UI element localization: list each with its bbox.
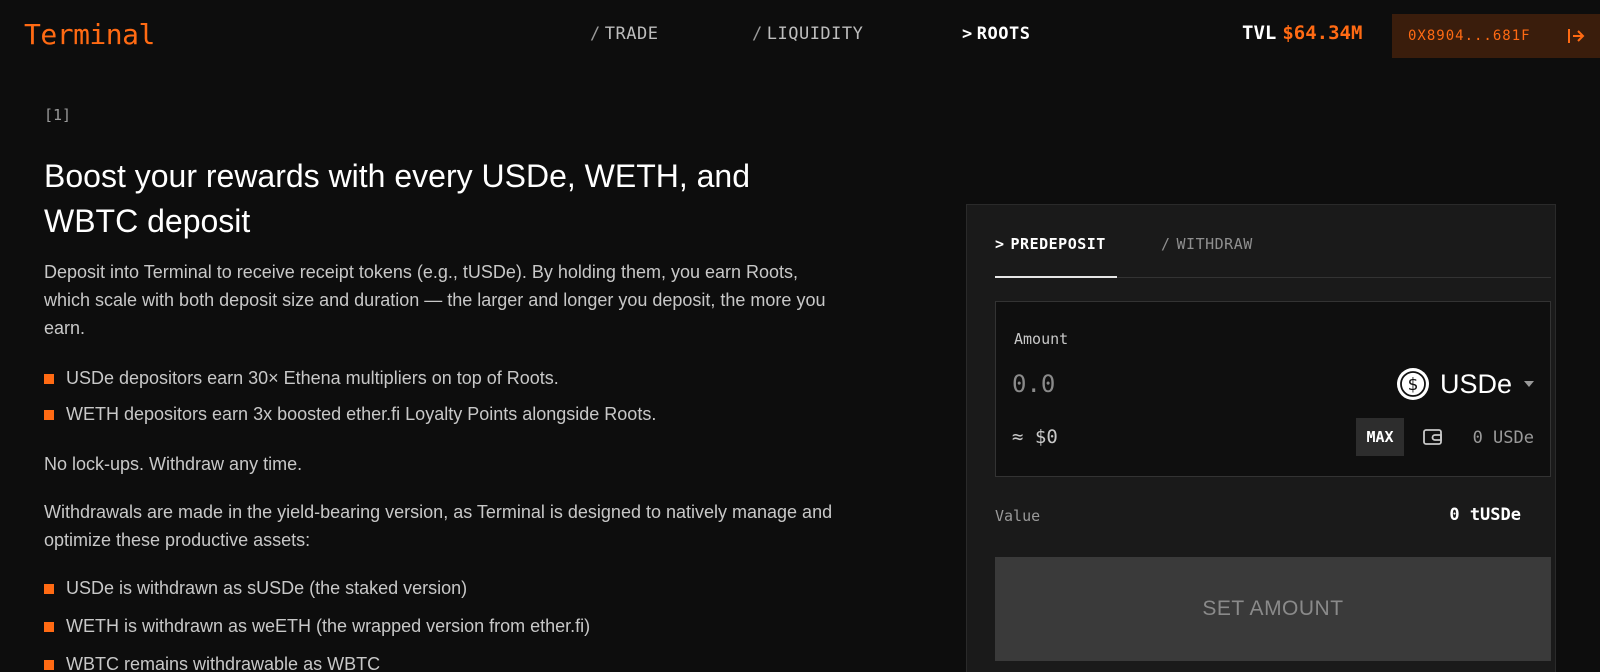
bullet-square-icon <box>44 374 54 384</box>
amount-label: Amount <box>1014 330 1069 348</box>
bullet-square-icon <box>44 410 54 420</box>
bullet-square-icon <box>44 584 54 594</box>
active-tab-indicator <box>995 276 1117 278</box>
token-name: USDe <box>1439 368 1512 399</box>
usd-estimate: ≈ $0 <box>1012 426 1058 448</box>
intro-text: Deposit into Terminal to receive receipt… <box>44 262 826 338</box>
exit-icon <box>1568 29 1585 43</box>
tab-predeposit[interactable]: > PREDEPOSIT <box>995 235 1106 253</box>
tvl-label: TVL <box>1242 22 1277 44</box>
token-balance: 0 USDe <box>1472 428 1534 448</box>
wallet-button[interactable]: 0X8904...681F <box>1392 14 1600 58</box>
max-button[interactable]: MAX <box>1356 418 1404 456</box>
nav-label: TRADE <box>604 24 659 44</box>
bullet-text: WETH depositors earn 3x boosted ether.fi… <box>66 404 657 424</box>
tab-label: PREDEPOSIT <box>1010 235 1106 253</box>
bullet-text: USDe depositors earn 30× Ethena multipli… <box>66 368 559 388</box>
list-item: WETH is withdrawn as weETH (the wrapped … <box>44 614 590 638</box>
tab-label: WITHDRAW <box>1176 235 1253 253</box>
nav-prefix: / <box>752 24 763 44</box>
terminal-logo[interactable]: Terminal <box>24 18 155 51</box>
amount-box: Amount $ USDe ≈ $0 MAX 0 USDe <box>995 301 1551 477</box>
nav-label: ROOTS <box>976 24 1031 44</box>
tvl-value: $64.34M <box>1282 22 1363 44</box>
bullet-text: WETH is withdrawn as weETH (the wrapped … <box>66 616 591 636</box>
deposit-panel: > PREDEPOSIT / WITHDRAW Amount $ USDe ≈ $0… <box>966 204 1556 672</box>
nav-liquidity[interactable]: / LIQUIDITY <box>752 24 863 44</box>
bullet-text: WBTC remains withdrawable as WBTC <box>66 654 381 672</box>
nav-prefix: > <box>962 24 973 44</box>
wallet-address: 0X8904...681F <box>1408 28 1531 44</box>
list-item: WBTC remains withdrawable as WBTC <box>44 652 380 672</box>
step-indicator: [1] <box>44 106 72 124</box>
wallet-icon <box>1423 429 1442 445</box>
tab-prefix: / <box>1161 235 1171 253</box>
dollar-circle-icon: $ <box>1396 368 1429 400</box>
tab-prefix: > <box>995 235 1005 253</box>
svg-text:$: $ <box>1408 375 1419 395</box>
bullet-square-icon <box>44 622 54 632</box>
withdraw-note: Withdrawals are made in the yield-bearin… <box>44 502 833 550</box>
nav-trade[interactable]: / TRADE <box>590 24 658 44</box>
chevron-down-icon <box>1524 381 1534 387</box>
nav-roots[interactable]: > ROOTS <box>962 24 1030 44</box>
list-item: USDe depositors earn 30× Ethena multipli… <box>44 366 559 390</box>
bullet-square-icon <box>44 660 54 670</box>
tvl-display: TVL $64.34M <box>1242 22 1362 44</box>
nav-prefix: / <box>590 24 601 44</box>
no-lockups-text: No lock-ups. Withdraw any time. <box>44 454 303 474</box>
bullet-text: USDe is withdrawn as sUSDe (the staked v… <box>66 578 468 598</box>
value-label: Value <box>995 507 1041 525</box>
value-amount: 0 tUSDe <box>1449 505 1521 525</box>
page-title: Boost your rewards with every USDe, WETH… <box>44 158 751 239</box>
list-item: USDe is withdrawn as sUSDe (the staked v… <box>44 576 467 600</box>
token-select[interactable]: $ USDe <box>1396 364 1534 404</box>
tab-withdraw[interactable]: / WITHDRAW <box>1161 235 1253 253</box>
top-bar: Terminal / TRADE / LIQUIDITY > ROOTS TVL $64… <box>0 0 1600 72</box>
set-amount-button[interactable]: SET AMOUNT <box>995 557 1551 661</box>
amount-input[interactable] <box>1012 362 1312 406</box>
nav-label: LIQUIDITY <box>766 24 864 44</box>
list-item: WETH depositors earn 3x boosted ether.fi… <box>44 402 656 426</box>
